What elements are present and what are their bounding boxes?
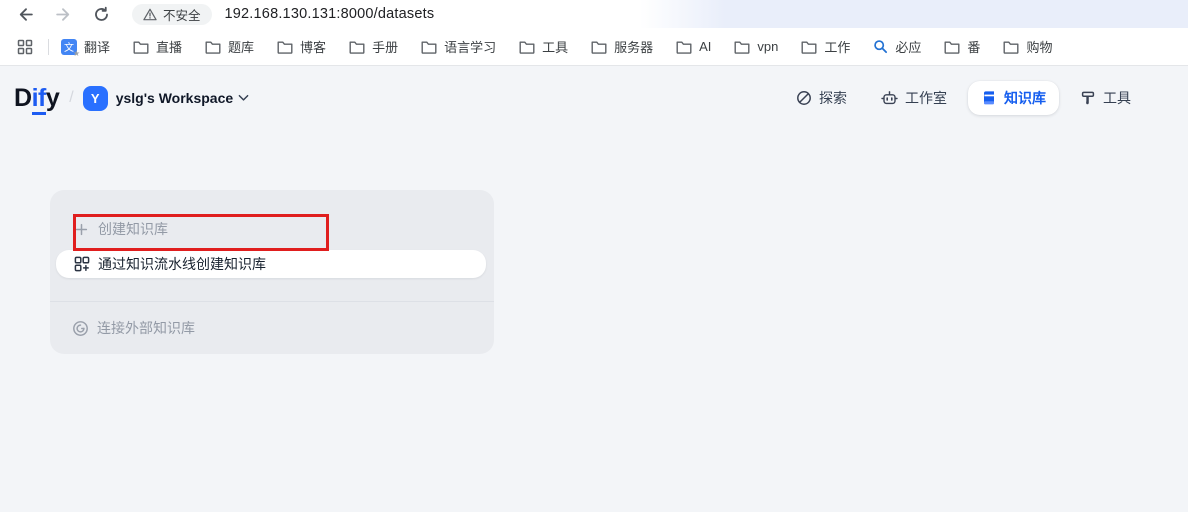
nav-item-tools[interactable]: 工具 (1067, 81, 1144, 115)
folder-icon (519, 40, 535, 54)
forward-icon (55, 6, 72, 23)
bookmark-folder[interactable]: 工作 (801, 37, 850, 56)
bookmarks-separator (48, 39, 49, 55)
search-icon (873, 39, 888, 54)
refresh-icon (93, 6, 110, 23)
refresh-button[interactable] (88, 2, 114, 26)
folder-icon (944, 40, 960, 54)
nav-item-studio[interactable]: 工作室 (868, 81, 960, 115)
bookmark-folder[interactable]: 语言学习 (421, 37, 496, 56)
forward-button[interactable] (50, 2, 76, 26)
url-omnibox[interactable]: 192.168.130.131:8000/datasets (225, 6, 435, 22)
plus-icon (74, 222, 89, 237)
workspace-avatar[interactable]: Y (83, 86, 108, 111)
bookmarks-bar: 文★ 翻译 直播 题库 博客 手册 语言学习 工具 服务器 AI vpn 工作 (0, 28, 1188, 66)
bookmark-folder[interactable]: 题库 (205, 37, 254, 56)
bookmark-folder[interactable]: 手册 (349, 37, 398, 56)
studio-icon (881, 90, 898, 107)
create-knowledge-button[interactable]: 创建知识库 (74, 212, 470, 246)
back-icon (17, 6, 34, 23)
bookmark-folder[interactable]: 博客 (277, 37, 326, 56)
bookmark-folder[interactable]: 服务器 (591, 37, 653, 56)
browser-toolbar: 不安全 192.168.130.131:8000/datasets (0, 0, 1188, 28)
connect-external-knowledge-button[interactable]: 连接外部知识库 (72, 314, 470, 342)
breadcrumb-slash: / (69, 89, 73, 107)
external-knowledge-icon (72, 320, 89, 337)
create-from-pipeline-button[interactable]: 通过知识流水线创建知识库 (56, 250, 486, 278)
folder-icon (801, 40, 817, 54)
bookmark-folder[interactable]: AI (676, 39, 711, 54)
folder-icon (676, 40, 692, 54)
folder-icon (421, 40, 437, 54)
bookmark-folder[interactable]: 直播 (133, 37, 182, 56)
card-divider (50, 301, 494, 302)
workspace-name[interactable]: yslg's Workspace (116, 90, 233, 106)
folder-icon (734, 40, 750, 54)
bookmark-folder[interactable]: 番 (944, 37, 980, 56)
bookmark-bing[interactable]: 必应 (873, 37, 921, 56)
translate-icon: 文★ (61, 39, 77, 55)
header-nav: 探索 工作室 知识库 工具 (783, 81, 1144, 115)
grid-add-icon (74, 256, 90, 272)
folder-icon (591, 40, 607, 54)
tools-icon (1080, 90, 1096, 106)
dify-logo[interactable]: Dify (14, 84, 59, 113)
folder-icon (349, 40, 365, 54)
nav-item-explore[interactable]: 探索 (783, 81, 860, 115)
bookmark-translate[interactable]: 文★ 翻译 (61, 37, 110, 56)
folder-icon (277, 40, 293, 54)
create-knowledge-card: 创建知识库 通过知识流水线创建知识库 连接外部知识库 (50, 190, 494, 354)
bookmark-folder[interactable]: 工具 (519, 37, 568, 56)
back-button[interactable] (12, 2, 38, 26)
apps-grid-icon (17, 39, 33, 55)
security-badge[interactable]: 不安全 (132, 4, 212, 25)
app-header: Dify / Y yslg's Workspace 探索 工作室 知识库 (14, 80, 1144, 116)
folder-icon (205, 40, 221, 54)
knowledge-icon (981, 90, 997, 106)
explore-icon (796, 90, 812, 106)
chevron-down-icon[interactable] (238, 94, 249, 102)
nav-item-knowledge[interactable]: 知识库 (968, 81, 1059, 115)
folder-icon (1003, 40, 1019, 54)
bookmark-folder[interactable]: vpn (734, 39, 778, 54)
warning-triangle-icon (143, 8, 157, 21)
folder-icon (133, 40, 149, 54)
apps-grid-button[interactable] (12, 35, 38, 59)
bookmark-folder[interactable]: 购物 (1003, 37, 1052, 56)
security-label: 不安全 (163, 5, 201, 24)
